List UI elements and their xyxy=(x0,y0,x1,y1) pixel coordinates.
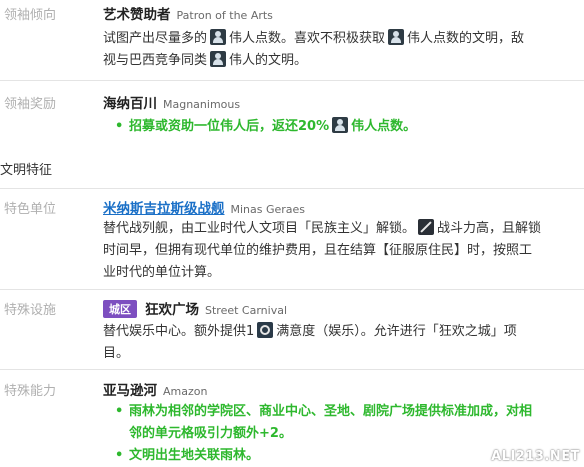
leader-ability-name: 海纳百川 xyxy=(103,96,157,112)
civ-ability-label: 特殊能力 xyxy=(4,384,57,399)
district-badge: 城区 xyxy=(103,300,137,318)
unique-district-name: 狂欢广场 xyxy=(145,302,199,318)
great-person-icon xyxy=(210,29,227,45)
great-person-icon xyxy=(332,117,349,133)
unique-unit-row: 特色单位 米纳斯吉拉斯级战舰 Minas Geraes 替代战列舰，由工业时代人文… xyxy=(0,189,584,288)
unique-district-row: 特殊设施 城区 狂欢广场 Street Carnival 替代娱乐中心。额外提供1 满… xyxy=(0,290,584,368)
agenda-row: 领袖倾向 艺术赞助者 Patron of the Arts 试图产出尽量多的 伟人点… xyxy=(0,0,584,80)
amenity-icon xyxy=(257,322,274,338)
agenda-name-en: Patron of the Arts xyxy=(176,9,273,22)
unique-unit-content: 米纳斯吉拉斯级战舰 Minas Geraes 替代战列舰，由工业时代人文项目「民族… xyxy=(103,197,576,284)
civ-ability-name-en: Amazon xyxy=(163,385,208,398)
unique-unit-label: 特色单位 xyxy=(4,202,57,217)
agenda-name: 艺术赞助者 xyxy=(103,7,171,23)
list-item: 雨林为相邻的学院区、商业中心、圣地、剧院广场提供标准加成，对相 邻的单元格吸引力… xyxy=(115,401,576,445)
unique-district-description: 替代娱乐中心。额外提供1 满意度（娱乐）。允许进行「狂欢之城」项 目。 xyxy=(103,322,517,361)
civ-traits-section-title: 文明特征 xyxy=(0,163,53,178)
leader-ability-row: 领袖奖励 海纳百川 Magnanimous 招募或资助一位伟人后，返还20%伟人点… xyxy=(0,81,584,143)
great-person-icon xyxy=(210,51,227,67)
leader-ability-label: 领袖奖励 xyxy=(4,97,57,112)
unique-unit-description: 替代战列舰，由工业时代人文项目「民族主义」解锁。 战斗力高，且解锁 时间早，但拥有… xyxy=(103,219,542,280)
agenda-label: 领袖倾向 xyxy=(4,8,57,23)
site-watermark: ALI213.NET xyxy=(491,449,580,464)
leader-ability-name-en: Magnanimous xyxy=(163,98,241,111)
civ-ability-name: 亚马逊河 xyxy=(103,383,157,399)
agenda-content: 艺术赞助者 Patron of the Arts 试图产出尽量多的 伟人点数。喜欢不… xyxy=(103,3,576,72)
great-person-icon xyxy=(388,29,405,45)
list-item: 招募或资助一位伟人后，返还20%伟人点数。 xyxy=(115,116,576,138)
leader-ability-content: 海纳百川 Magnanimous 招募或资助一位伟人后，返还20%伟人点数。 xyxy=(103,92,576,138)
unique-district-name-en: Street Carnival xyxy=(205,304,288,317)
leader-ability-bullets: 招募或资助一位伟人后，返还20%伟人点数。 xyxy=(103,116,576,138)
unique-district-content: 城区 狂欢广场 Street Carnival 替代娱乐中心。额外提供1 满意度（娱乐… xyxy=(103,298,576,365)
unique-unit-link[interactable]: 米纳斯吉拉斯级战舰 xyxy=(103,201,225,217)
unique-district-label: 特殊设施 xyxy=(4,303,57,318)
strength-icon xyxy=(418,219,435,235)
unique-unit-name-en: Minas Geraes xyxy=(230,203,306,216)
agenda-description: 试图产出尽量多的 伟人点数。喜欢不积极获取 伟人点数的文明，敌 视与巴西竞争同类 伟人… xyxy=(103,29,525,68)
